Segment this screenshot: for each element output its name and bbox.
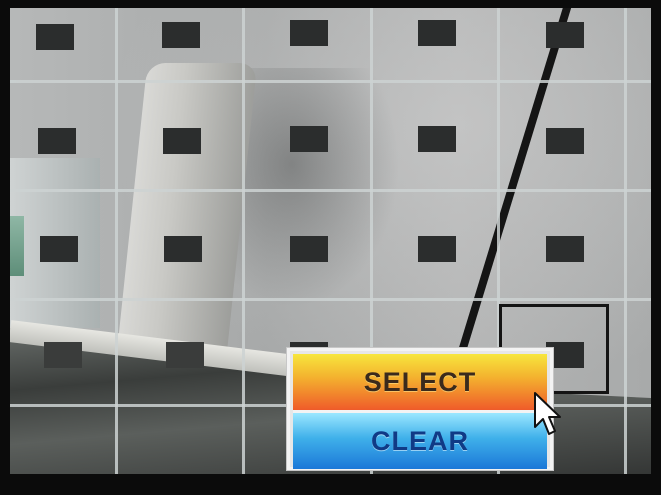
monitor-frame: SELECT CLEAR (0, 0, 661, 495)
clear-menu-item[interactable]: CLEAR (293, 413, 547, 469)
grid-cell-marker[interactable] (418, 20, 456, 46)
mouse-pointer-icon (534, 392, 561, 435)
grid-cell-marker[interactable] (164, 236, 202, 262)
grid-cell-marker[interactable] (38, 128, 76, 154)
grid-cell-marker[interactable] (290, 20, 328, 46)
grid-cell-marker[interactable] (546, 22, 584, 48)
grid-line-horizontal (10, 80, 651, 83)
grid-cell-marker[interactable] (166, 342, 204, 368)
grid-cell-marker[interactable] (162, 22, 200, 48)
grid-line-horizontal (10, 189, 651, 192)
motion-detection-grid-screen[interactable]: SELECT CLEAR (10, 8, 651, 474)
grid-cell-marker[interactable] (290, 126, 328, 152)
grid-cell-marker[interactable] (36, 24, 74, 50)
grid-cell-marker[interactable] (290, 236, 328, 262)
grid-cell-marker[interactable] (418, 126, 456, 152)
grid-cell-marker[interactable] (546, 236, 584, 262)
grid-cell-marker[interactable] (163, 128, 201, 154)
grid-cell-marker[interactable] (40, 236, 78, 262)
grid-cell-marker[interactable] (546, 128, 584, 154)
grid-cell-marker[interactable] (44, 342, 82, 368)
grid-line-horizontal (10, 298, 651, 301)
select-menu-item[interactable]: SELECT (293, 354, 547, 410)
context-menu: SELECT CLEAR (287, 348, 553, 470)
grid-cell-marker[interactable] (418, 236, 456, 262)
